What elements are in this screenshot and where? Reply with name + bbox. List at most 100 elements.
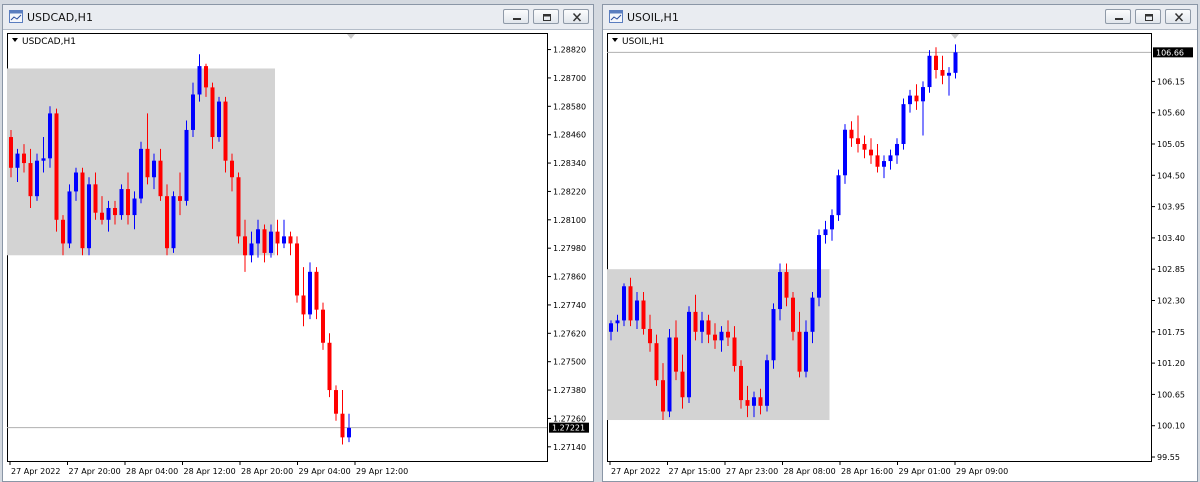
y-tick-label: 103.95 [1157,203,1185,212]
candle-body [236,177,241,237]
candle-body [113,207,117,216]
candle-body [119,189,124,216]
candle-body [778,272,782,310]
chart-window-usdcad[interactable]: USDCAD,H1 USDCAD,H1 1.28820 1.28700 1.28580… [2,4,594,482]
candle-body [804,331,808,372]
x-tick-label: 27 Apr 23:00 [726,467,778,476]
window-title: USDCAD,H1 [27,11,93,24]
candle-body [869,149,873,156]
price-chart[interactable]: USOIL,H1 106.15 105.60 105.05 104.50 103.95 10… [607,33,1195,479]
candle-body [197,66,202,95]
close-icon [1174,12,1184,22]
candle-body [648,328,652,344]
x-tick-label: 28 Apr 08:00 [784,467,836,476]
y-tick-label: 104.50 [1157,171,1185,180]
minimize-icon [513,18,521,20]
candle-body [882,161,886,167]
window-title-bar[interactable]: USOIL,H1 [603,5,1197,30]
x-tick-label: 29 Apr 12:00 [356,467,408,476]
chart-body: USDCAD,H1 1.28820 1.28700 1.28580 1.28460 1.2… [7,33,589,476]
x-tick-label: 28 Apr 04:00 [126,467,178,476]
candle-body [256,229,260,244]
y-tick-label: 101.75 [1157,328,1185,337]
candle-body [654,343,659,381]
chart-window-usoil[interactable]: USOIL,H1 USOIL,H1 106.15 105.60 105.05 104.5… [602,4,1198,482]
y-tick-label: 1.27140 [553,443,586,452]
price-chart[interactable]: USDCAD,H1 1.28820 1.28700 1.28580 1.28460 1.2… [7,33,591,479]
candle-body [132,198,137,216]
candle-body [856,138,860,144]
candle-body [914,95,919,102]
candle-body [817,235,821,298]
candle-body [726,331,730,338]
y-tick-label: 1.27980 [553,244,586,253]
y-tick-label: 1.27260 [553,414,586,423]
candle-body [327,342,332,391]
window-title: USOIL,H1 [627,11,679,24]
y-tick-label: 1.27860 [553,273,586,282]
minimize-icon [1115,18,1123,20]
candle-body [797,331,802,372]
restore-button[interactable] [533,9,559,24]
candle-body [230,160,234,178]
minimize-button[interactable] [503,9,529,24]
y-tick-label: 102.30 [1157,297,1185,306]
candle-body [940,69,945,76]
chart-window-icon [9,10,23,23]
y-tick-label: 106.15 [1157,77,1185,86]
candle-body [191,94,195,130]
chart-symbol-label: USDCAD,H1 [22,37,76,47]
candle-body [908,95,912,105]
candle-body [810,297,815,332]
candle-body [249,243,254,256]
candle-body [901,104,906,144]
candle-body [745,400,750,406]
y-tick-label: 99.55 [1157,453,1180,462]
candle-body [223,101,228,161]
y-tick-label: 105.05 [1157,140,1185,149]
minimize-button[interactable] [1105,9,1131,24]
candle-body [661,380,665,412]
candle-body [830,215,834,230]
candle-body [615,320,620,324]
candle-body [687,311,691,398]
candle-body [641,300,646,329]
candle-body [158,160,163,197]
candle-body [693,311,698,332]
candle-body [87,184,91,249]
candle-body [204,66,208,88]
candle-body [15,153,20,168]
x-tick-label: 29 Apr 01:00 [899,467,951,476]
restore-button[interactable] [1135,9,1161,24]
current-price-label: 1.27221 [552,424,585,433]
candle-body [921,87,925,102]
close-button[interactable] [563,9,589,24]
y-tick-label: 1.27620 [553,329,586,338]
candle-body [295,243,299,296]
candle-body [178,196,182,201]
candle-body [41,158,46,161]
candle-body [765,360,769,406]
candle-body [340,413,345,438]
candle-body [74,172,78,192]
candle-body [80,172,85,249]
chart-symbol-label: USOIL,H1 [622,37,664,47]
candle-body [334,390,338,414]
candle-body [635,300,639,321]
candle-body [54,113,59,220]
candle-body [622,286,626,321]
window-title-bar[interactable]: USDCAD,H1 [3,5,593,30]
candle-body [719,331,724,341]
candle-body [927,55,932,88]
x-tick-label: 27 Apr 20:00 [69,467,121,476]
candle-body [217,101,221,138]
y-tick-label: 1.27380 [553,386,586,395]
candle-body [875,155,880,167]
restore-icon [543,14,551,21]
y-tick-label: 1.28580 [553,102,586,111]
candle-body [308,271,312,315]
candle-body [739,365,743,401]
shaded-rectangle [607,269,830,421]
y-tick-label: 100.65 [1157,390,1185,399]
close-button[interactable] [1165,9,1191,24]
